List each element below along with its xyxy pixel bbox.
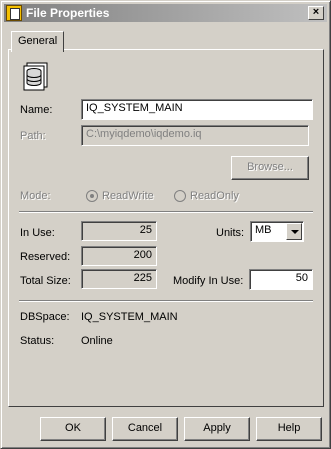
cancel-button[interactable]: Cancel [112, 417, 178, 441]
app-icon [6, 5, 22, 21]
window-title: File Properties [26, 6, 110, 20]
name-field[interactable]: IQ_SYSTEM_MAIN [81, 99, 313, 120]
reserved-field: 200 [81, 246, 157, 266]
readwrite-radio[interactable] [86, 190, 98, 202]
units-select[interactable]: MB [250, 221, 304, 242]
modify-in-use-field[interactable]: 50 [249, 269, 313, 290]
dbspace-label: DBSpace: [20, 311, 70, 323]
readwrite-label: ReadWrite [102, 190, 154, 202]
close-icon[interactable]: × [308, 6, 324, 20]
file-properties-dialog: File Properties × General Name: IQ_SYSTE… [0, 0, 331, 449]
readonly-radio[interactable] [174, 190, 186, 202]
path-field[interactable]: C:\myiqdemo\iqdemo.iq [81, 125, 309, 146]
modify-in-use-label: Modify In Use: [173, 275, 244, 287]
in-use-label: In Use: [20, 227, 55, 239]
tab-general[interactable]: General [11, 31, 65, 52]
help-button[interactable]: Help [256, 417, 322, 441]
total-size-label: Total Size: [20, 275, 71, 287]
status-label: Status: [20, 335, 55, 347]
separator [19, 300, 313, 302]
status-value: Online [81, 335, 113, 347]
path-label: Path: [20, 130, 46, 142]
apply-button[interactable]: Apply [184, 417, 250, 441]
browse-button[interactable]: Browse... [231, 156, 309, 180]
ok-button[interactable]: OK [40, 417, 106, 441]
total-size-field: 225 [81, 269, 157, 289]
title-bar[interactable]: File Properties × [4, 4, 327, 22]
units-label: Units: [216, 227, 245, 239]
in-use-field: 25 [81, 221, 157, 241]
separator [19, 211, 313, 213]
dbspace-value: IQ_SYSTEM_MAIN [81, 311, 178, 323]
chevron-down-icon[interactable] [286, 223, 302, 240]
reserved-label: Reserved: [20, 251, 71, 263]
mode-label: Mode: [20, 190, 51, 202]
readonly-label: ReadOnly [190, 190, 239, 202]
database-file-icon [23, 62, 48, 91]
units-value: MB [255, 224, 272, 236]
name-label: Name: [20, 104, 53, 116]
